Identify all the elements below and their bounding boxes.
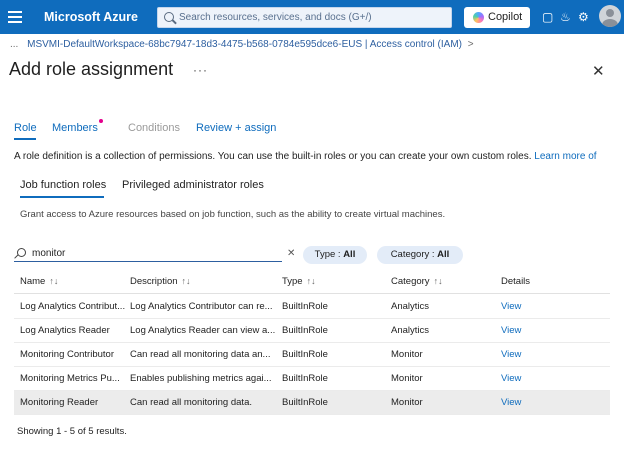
role-name: Log Analytics Reader	[20, 325, 110, 336]
column-header-details: Details	[501, 276, 531, 287]
tab-members[interactable]: Members	[52, 119, 103, 134]
view-details-link[interactable]: View	[501, 325, 541, 336]
table-header: Name ↑↓ Description ↑↓ Type ↑↓ Category ↑↓ D…	[14, 270, 610, 294]
view-details-link[interactable]: View	[501, 301, 541, 312]
sort-icon: ↑↓	[433, 276, 443, 286]
type-filter-pill[interactable]: Type : All	[303, 246, 367, 264]
menu-icon[interactable]	[8, 11, 22, 23]
column-header-category-label: Category	[391, 276, 430, 287]
avatar[interactable]	[599, 5, 621, 27]
table-row[interactable]: Log Analytics Reader Log Analytics Reade…	[14, 319, 610, 343]
copilot-label: Copilot	[488, 11, 523, 23]
sort-icon: ↑↓	[306, 276, 316, 286]
role-category: Monitor	[391, 397, 423, 408]
role-description-cell: Can read all monitoring data an...	[130, 349, 271, 360]
role-type: BuiltInRole	[282, 325, 328, 336]
copilot-button[interactable]: Copilot	[464, 7, 530, 28]
sort-icon: ↑↓	[181, 276, 191, 286]
settings-icon[interactable]: ⚙	[578, 10, 589, 24]
column-header-name-label: Name	[20, 276, 46, 287]
notifications-icon[interactable]: ♨	[560, 10, 571, 24]
breadcrumb: ... MSVMI-DefaultWorkspace-68bc7947-18d3…	[10, 39, 477, 50]
learn-more-link[interactable]: Learn more of	[534, 151, 596, 162]
column-header-description[interactable]: Description ↑↓	[130, 276, 191, 287]
column-header-name[interactable]: Name ↑↓	[20, 276, 58, 287]
view-details-link[interactable]: View	[501, 349, 541, 360]
tab-conditions[interactable]: Conditions	[128, 122, 180, 134]
brand-title[interactable]: Microsoft Azure	[44, 10, 138, 24]
column-header-type-label: Type	[282, 276, 303, 287]
tab-role-indicator	[14, 138, 36, 140]
table-row[interactable]: Monitoring Contributor Can read all moni…	[14, 343, 610, 367]
tab-members-label: Members	[52, 122, 98, 134]
role-name: Monitoring Contributor	[20, 349, 114, 360]
more-options-button[interactable]: ···	[193, 63, 208, 77]
tab-role[interactable]: Role	[14, 122, 37, 134]
subtab-indicator	[20, 196, 104, 198]
clear-search-icon[interactable]: ✕	[287, 248, 295, 259]
category-filter-value: All	[437, 249, 450, 260]
role-description-cell: Log Analytics Contributor can re...	[130, 301, 273, 312]
search-placeholder: Search resources, services, and docs (G+…	[179, 12, 372, 23]
column-header-description-label: Description	[130, 276, 178, 287]
results-count: Showing 1 - 5 of 5 results.	[17, 426, 127, 437]
tab-privileged-administrator-roles[interactable]: Privileged administrator roles	[122, 179, 264, 191]
category-filter-pill[interactable]: Category : All	[377, 246, 463, 264]
column-header-type[interactable]: Type ↑↓	[282, 276, 316, 287]
role-description-cell: Can read all monitoring data.	[130, 397, 252, 408]
description-text: A role definition is a collection of per…	[14, 151, 535, 162]
role-search-input[interactable]	[32, 246, 272, 261]
role-type: BuiltInRole	[282, 301, 328, 312]
top-bar: Microsoft Azure Search resources, servic…	[0, 0, 624, 34]
view-details-link[interactable]: View	[501, 373, 541, 384]
column-header-category[interactable]: Category ↑↓	[391, 276, 443, 287]
sort-icon: ↑↓	[49, 276, 59, 286]
breadcrumb-ellipsis[interactable]: ...	[10, 39, 18, 50]
grant-access-text: Grant access to Azure resources based on…	[20, 209, 446, 220]
view-details-link[interactable]: View	[501, 397, 541, 408]
search-icon	[17, 248, 26, 257]
close-icon[interactable]: ✕	[592, 62, 605, 80]
global-search-input[interactable]: Search resources, services, and docs (G+…	[157, 7, 452, 28]
table-row[interactable]: Log Analytics Contribut... Log Analytics…	[14, 295, 610, 319]
breadcrumb-item-access-control[interactable]: MSVMI-DefaultWorkspace-68bc7947-18d3-447…	[27, 39, 462, 50]
table-row[interactable]: Monitoring Metrics Pu... Enables publish…	[14, 367, 610, 391]
role-category: Monitor	[391, 349, 423, 360]
role-name: Monitoring Metrics Pu...	[20, 373, 120, 384]
role-type: BuiltInRole	[282, 349, 328, 360]
page-title: Add role assignment	[9, 59, 174, 79]
copilot-icon	[473, 12, 484, 23]
role-description-cell: Enables publishing metrics agai...	[130, 373, 272, 384]
role-search-field[interactable]	[14, 246, 282, 262]
role-name: Log Analytics Contribut...	[20, 301, 126, 312]
required-dot-icon	[99, 119, 103, 123]
role-type: BuiltInRole	[282, 373, 328, 384]
chevron-right-icon: >	[467, 39, 474, 50]
role-category: Analytics	[391, 325, 430, 336]
category-filter-label: Category :	[390, 249, 438, 260]
role-type: BuiltInRole	[282, 397, 328, 408]
type-filter-label: Type :	[314, 249, 344, 260]
role-description: A role definition is a collection of per…	[14, 151, 597, 162]
tab-review-assign[interactable]: Review + assign	[196, 122, 276, 134]
type-filter-value: All	[343, 249, 356, 260]
role-description-cell: Log Analytics Reader can view a...	[130, 325, 276, 336]
tab-job-function-roles[interactable]: Job function roles	[20, 179, 106, 191]
role-category: Analytics	[391, 301, 430, 312]
role-category: Monitor	[391, 373, 423, 384]
cloud-shell-icon[interactable]: ▢	[542, 10, 553, 24]
role-name: Monitoring Reader	[20, 397, 99, 408]
table-row-selected[interactable]: Monitoring Reader Can read all monitorin…	[14, 391, 610, 415]
search-icon	[164, 12, 174, 22]
